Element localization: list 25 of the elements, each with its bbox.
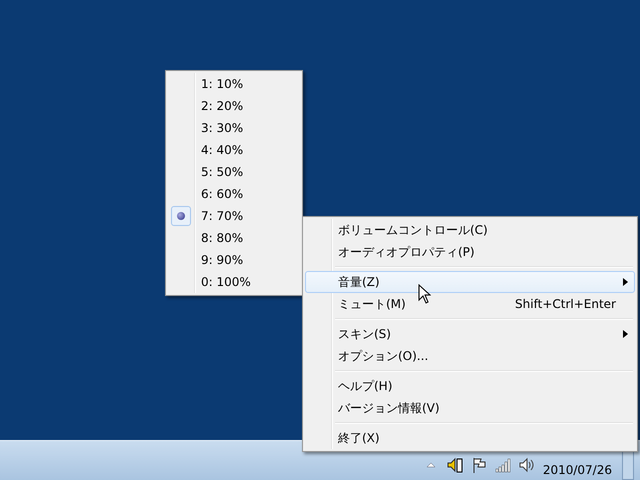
menu-item[interactable]: 終了(X) bbox=[305, 427, 635, 449]
menu-item[interactable]: オプション(O)... bbox=[305, 345, 635, 367]
menu-item[interactable]: 9: 90% bbox=[168, 249, 300, 271]
speaker-icon[interactable] bbox=[518, 456, 535, 472]
menu-item[interactable]: 6: 60% bbox=[168, 183, 300, 205]
menu-item[interactable]: 3: 30% bbox=[168, 117, 300, 139]
menu-item[interactable]: ボリュームコントロール(C) bbox=[305, 219, 635, 241]
mouse-cursor-icon bbox=[418, 284, 431, 304]
menu-item[interactable]: オーディオプロパティ(P) bbox=[305, 241, 635, 263]
speaker-app-icon[interactable] bbox=[446, 456, 463, 472]
menu-item[interactable]: 8: 80% bbox=[168, 227, 300, 249]
menu-item[interactable]: 1: 10% bbox=[168, 73, 300, 95]
signal-bars-icon[interactable] bbox=[494, 456, 511, 472]
menu-item[interactable]: 7: 70% bbox=[168, 205, 300, 227]
menu-item[interactable]: バージョン情報(V) bbox=[305, 397, 635, 419]
flag-icon[interactable] bbox=[470, 456, 487, 472]
menu-item[interactable]: スキン(S) bbox=[305, 323, 635, 345]
menu-item[interactable]: 0: 100% bbox=[168, 271, 300, 293]
menu-item[interactable]: 4: 40% bbox=[168, 139, 300, 161]
clock-date: 2010/07/26 bbox=[542, 462, 612, 476]
menu-item[interactable]: 音量(Z) bbox=[305, 271, 635, 293]
menu-item[interactable]: 2: 20% bbox=[168, 95, 300, 117]
menu-item[interactable]: ヘルプ(H) bbox=[305, 375, 635, 397]
menu-item[interactable]: 5: 50% bbox=[168, 161, 300, 183]
menu-item[interactable]: ミュート(M) Shift+Ctrl+Enter bbox=[305, 293, 635, 315]
